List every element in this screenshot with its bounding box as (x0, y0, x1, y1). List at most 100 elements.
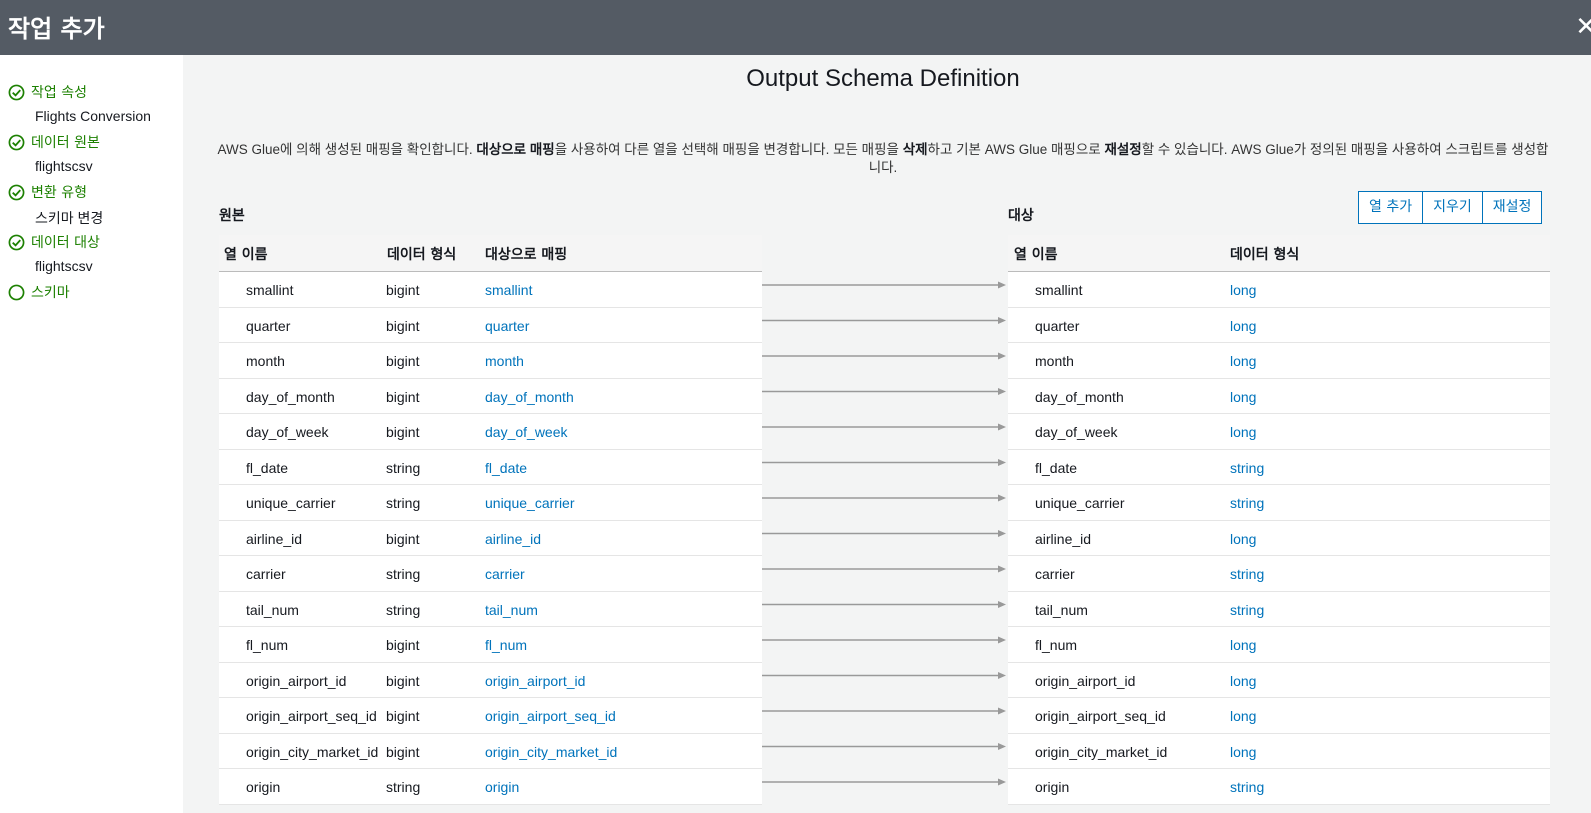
map-to-target-link[interactable]: day_of_week (485, 424, 568, 440)
column-header-map[interactable]: 대상으로 매핑 (485, 244, 567, 264)
mapping-buttons: 열 추가 지우기 재설정 (1358, 191, 1543, 224)
map-to-target-link[interactable]: carrier (485, 566, 525, 582)
column-header-type[interactable]: 데이터 형식 (1230, 244, 1299, 264)
source-column-name: origin_airport_id (246, 672, 347, 689)
arrowhead-icon (998, 778, 1006, 786)
map-to-target-link[interactable]: origin (485, 779, 519, 795)
source-data-type: bigint (386, 672, 420, 689)
check-circle-icon (8, 184, 25, 200)
map-to-target-link[interactable]: fl_num (485, 637, 527, 653)
table-row: origin_city_market_id bigint origin_city_m… (219, 734, 762, 769)
source-column-name: unique_carrier (246, 495, 336, 511)
target-column-name: carrier (1035, 566, 1075, 582)
wizard-step[interactable]: 변환 유형 (8, 182, 87, 202)
table-row: day_of_month bigint day_of_month (219, 379, 762, 414)
table-row: tail_num string (1008, 592, 1550, 627)
table-row: carrier string carrier (219, 556, 762, 592)
target-data-type-link[interactable]: long (1230, 353, 1256, 369)
wizard-step-label: 데이터 원본 (31, 135, 100, 151)
source-column-name: origin_city_market_id (246, 743, 379, 760)
page-title: Output Schema Definition (746, 65, 1020, 92)
map-to-target-link[interactable]: smallint (485, 282, 532, 298)
map-to-target-link[interactable]: unique_carrier (485, 495, 575, 511)
source-column-name: origin_airport_seq_id (246, 708, 377, 724)
map-to-target-link[interactable]: day_of_month (485, 389, 574, 405)
wizard-step-value: Flights Conversion (35, 108, 151, 124)
target-column-name: origin_airport_seq_id (1035, 708, 1166, 724)
wizard-step-label: 스키마 (31, 285, 70, 301)
source-column-name: day_of_month (246, 388, 335, 405)
target-column-name: quarter (1035, 317, 1080, 334)
wizard-step-label: 변환 유형 (31, 185, 87, 201)
arrowhead-icon (998, 672, 1006, 679)
wizard-sidebar: 작업 속성 Flights Conversion 데이터 원본 flightscsv 변… (0, 55, 183, 813)
target-data-type-link[interactable]: long (1230, 673, 1256, 689)
map-to-target-link[interactable]: origin_airport_seq_id (485, 708, 616, 724)
map-to-target-link[interactable]: month (485, 353, 524, 369)
close-icon[interactable]: ✕ (1575, 12, 1591, 42)
wizard-step-label: 작업 속성 (31, 85, 87, 101)
description-bold: 재설정 (1104, 142, 1142, 157)
source-data-type: bigint (386, 317, 420, 334)
table-row: fl_num bigint fl_num (219, 627, 762, 663)
table-row: day_of_month long (1008, 379, 1550, 414)
source-data-type: string (386, 495, 421, 511)
target-data-type-link[interactable]: long (1230, 708, 1256, 724)
source-column-name: fl_date (246, 459, 289, 476)
target-data-type-link[interactable]: long (1230, 424, 1256, 440)
source-data-type: bigint (386, 530, 420, 547)
wizard-step[interactable]: 작업 속성 (8, 82, 87, 102)
target-data-type-link[interactable]: long (1230, 389, 1256, 405)
target-data-type-link[interactable]: long (1230, 637, 1256, 653)
circle-icon (8, 284, 25, 300)
table-row: fl_date string fl_date (219, 450, 762, 485)
table-row: day_of_week bigint day_of_week (219, 414, 762, 450)
target-column-name: month (1035, 353, 1074, 369)
column-header-name[interactable]: 열 이름 (224, 244, 268, 264)
add-column-button[interactable]: 열 추가 (1358, 191, 1424, 224)
target-data-type-link[interactable]: string (1230, 460, 1264, 476)
description: AWS Glue에 의해 생성된 매핑을 확인합니다. 대상으로 매핑을 사용하… (213, 141, 1553, 177)
arrowhead-icon (998, 423, 1006, 431)
map-to-target-link[interactable]: airline_id (485, 531, 541, 547)
map-to-target-link[interactable]: origin_airport_id (485, 673, 585, 689)
check-circle-icon (8, 234, 25, 250)
target-data-type-link[interactable]: string (1230, 602, 1264, 618)
target-data-type-link[interactable]: string (1230, 779, 1264, 795)
map-to-target-link[interactable]: origin_city_market_id (485, 744, 617, 760)
source-column-name: tail_num (246, 601, 299, 618)
target-data-type-link[interactable]: long (1230, 318, 1256, 334)
description-bold: 삭제 (902, 142, 928, 157)
source-column-name: day_of_week (246, 424, 329, 440)
target-data-type-link[interactable]: string (1230, 495, 1264, 511)
target-data-type-link[interactable]: long (1230, 744, 1256, 760)
wizard-step[interactable]: 데이터 대상 (8, 232, 100, 252)
column-header-type[interactable]: 데이터 형식 (387, 244, 456, 264)
source-column-name: airline_id (246, 530, 303, 547)
wizard-step[interactable]: 스키마 (8, 282, 70, 302)
mapping-arrows (762, 281, 1006, 786)
target-table-header: 열 이름 데이터 형식 (1008, 235, 1550, 272)
target-data-type-link[interactable]: string (1230, 566, 1264, 582)
wizard-step[interactable]: 데이터 원본 (8, 132, 100, 152)
table-row: smallint long (1008, 272, 1550, 308)
map-to-target-link[interactable]: quarter (485, 318, 529, 334)
map-to-target-link[interactable]: tail_num (485, 602, 538, 618)
source-data-type: bigint (386, 353, 420, 369)
map-to-target-link[interactable]: fl_date (485, 460, 527, 476)
table-row: carrier string (1008, 556, 1550, 592)
clear-button[interactable]: 지우기 (1422, 191, 1483, 224)
table-row: origin_city_market_id long (1008, 734, 1550, 769)
target-data-type-link[interactable]: long (1230, 531, 1256, 547)
table-row: fl_date string (1008, 450, 1550, 485)
column-header-name[interactable]: 열 이름 (1014, 244, 1058, 264)
table-row: origin_airport_seq_id long (1008, 698, 1550, 734)
target-column-name: origin (1035, 779, 1070, 795)
target-data-type-link[interactable]: long (1230, 282, 1256, 298)
source-data-type: bigint (386, 708, 420, 724)
table-row: airline_id bigint airline_id (219, 521, 762, 556)
arrowhead-icon (998, 707, 1006, 715)
target-table: 열 이름 데이터 형식 smallint long quarter long month… (1008, 235, 1550, 805)
source-column-name: origin (246, 779, 281, 795)
reset-button[interactable]: 재설정 (1481, 191, 1543, 224)
